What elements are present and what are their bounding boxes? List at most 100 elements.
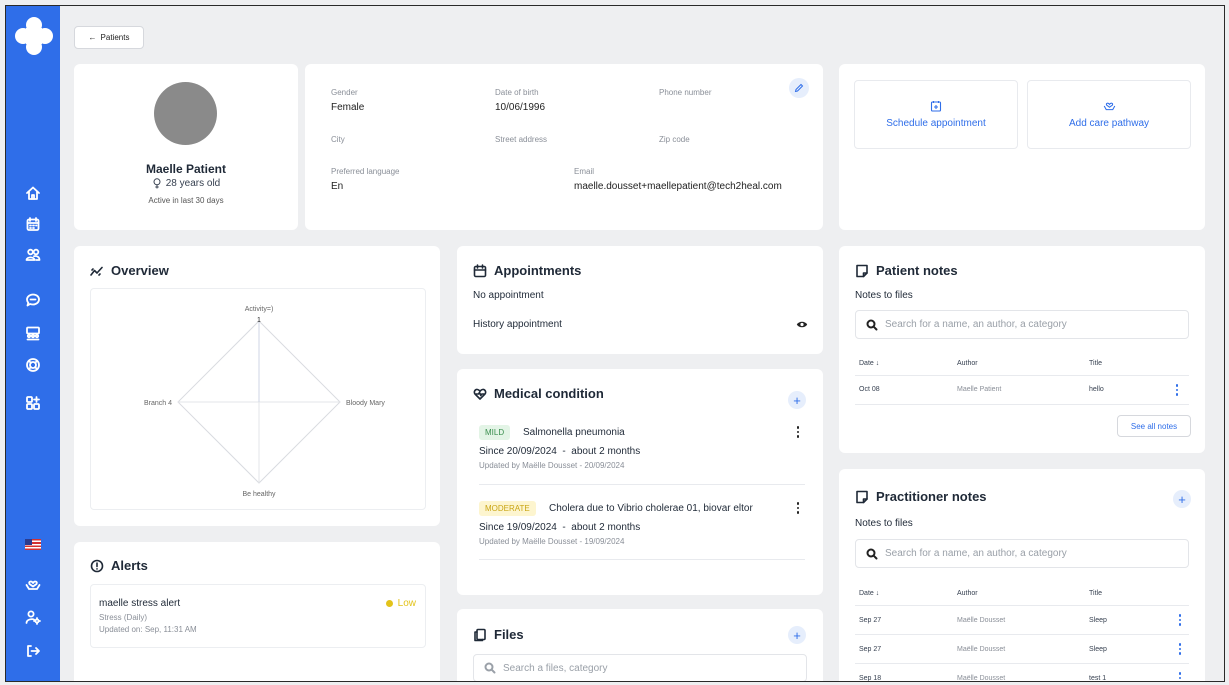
radar-tick-label: 1 [257,317,261,324]
quick-actions-card: Schedule appointment Add care pathway [839,64,1205,230]
divider [479,559,805,560]
note-icon [856,264,868,277]
patient-notes-card: Patient notes Notes to files Search for … [839,246,1205,453]
condition-menu-icon[interactable] [796,426,800,438]
activity-status: Active in last 30 days [148,196,224,205]
radar-category-label: Be healthy [242,491,276,498]
alert-level: Low [385,598,416,609]
overview-card: Overview Activity=) Bloody Mary Be healthy… [74,246,440,526]
eye-icon[interactable] [796,320,808,329]
appointments-card: Appointments No appointment History appo… [457,246,823,354]
practitioner-notes-title: Practitioner notes [855,489,987,504]
files-card: Files + Search a files, category [457,609,823,681]
add-care-pathway-button[interactable]: Add care pathway [1027,80,1191,149]
condition-name: Cholera due to Vibrio cholerae 01, biova… [549,503,753,514]
condition-updated: Updated by Maëlle Dousset - 20/09/2024 [479,461,625,470]
arrow-left-icon: ← [88,33,97,42]
pencil-icon [794,83,804,93]
search-icon [866,548,878,559]
language-label: Preferred language [331,167,400,176]
dob-value: 10/06/1996 [495,102,546,113]
female-icon [153,178,161,189]
search-icon [866,319,878,330]
history-appointment-link[interactable]: History appointment [473,319,562,330]
heart-pulse-icon [473,388,487,400]
calendar-plus-icon [930,101,942,112]
medical-condition-card: Medical condition + MILD Salmonella pneu… [457,369,823,595]
apps-icon[interactable] [22,392,44,414]
logout-icon[interactable] [22,640,44,662]
radar-category-label: Branch 4 [144,400,172,407]
add-file-button[interactable]: + [788,626,806,644]
notes-subtitle: Notes to files [855,518,913,529]
user-settings-icon[interactable] [22,606,44,628]
patient-details-card: Gender Female Date of birth 10/06/1996 P… [305,64,823,230]
overview-chart-frame: Activity=) Bloody Mary Be healthy Branch 4 1 [90,288,426,510]
alert-item[interactable]: maelle stress alert Stress (Daily) Updat… [90,584,426,648]
row-menu-icon[interactable] [1175,384,1179,396]
medical-condition-title: Medical condition [473,386,604,401]
users-icon[interactable] [22,244,44,266]
severity-badge: MODERATE [479,501,536,516]
files-search-input[interactable]: Search a files, category [473,654,807,681]
email-label: Email [574,167,595,176]
calendar-icon[interactable] [22,213,44,235]
dob-label: Date of birth [495,88,539,97]
files-icon [474,628,486,641]
add-medical-condition-button[interactable]: + [788,391,806,409]
add-practitioner-note-button[interactable]: + [1173,490,1191,508]
back-to-patients-button[interactable]: ← Patients [74,26,144,49]
condition-menu-icon[interactable] [796,502,800,514]
overview-title: Overview [90,263,169,278]
row-menu-icon[interactable] [1178,643,1182,655]
schedule-appointment-button[interactable]: Schedule appointment [854,80,1018,149]
patient-notes-title: Patient notes [855,263,958,278]
column-date[interactable]: Date ↓ [859,590,879,597]
phone-label: Phone number [659,88,712,97]
condition-name: Salmonella pneumonia [523,427,625,438]
severity-badge: MILD [479,425,511,440]
row-menu-icon[interactable] [1178,614,1182,626]
language-value: En [331,181,344,192]
practitioner-notes-card: Practitioner notes + Notes to files Sear… [839,469,1205,681]
level-dot-icon [385,600,393,607]
condition-updated: Updated by Maëlle Dousset - 19/09/2024 [479,537,625,546]
gender-label: Gender [331,88,358,97]
home-icon[interactable] [22,182,44,204]
condition-since: Since 19/09/2024 - about 2 months [479,522,641,533]
practitioner-notes-search-input[interactable]: Search for a name, an author, a category [855,539,1189,568]
column-author: Author [957,590,978,597]
chat-icon[interactable] [22,289,44,311]
sidebar [6,6,60,681]
no-appointment-text: No appointment [473,290,544,301]
patient-notes-search-input[interactable]: Search for a name, an author, a category [855,310,1189,339]
profile-card: Maelle Patient 28 years old Active in la… [74,64,298,230]
edit-details-button[interactable] [789,78,809,98]
city-label: City [331,135,345,144]
divider [479,484,805,485]
column-title: Title [1089,590,1102,597]
patient-age: 28 years old [74,178,298,189]
alerts-card: Alerts maelle stress alert Stress (Daily… [74,542,440,681]
email-value: maelle.dousset+maellepatient@tech2heal.c… [574,181,782,192]
gender-value: Female [331,102,365,113]
alerts-title: Alerts [90,558,148,573]
avatar [154,82,217,145]
app-frame: ← Patients Maelle Patient 28 years old A… [5,5,1225,682]
column-date[interactable]: Date ↓ [859,360,879,367]
files-title: Files [473,627,524,642]
team-icon[interactable] [22,322,44,344]
app-logo-icon[interactable] [14,16,54,56]
calendar-icon [473,263,487,277]
street-label: Street address [495,135,548,144]
row-menu-icon[interactable] [1178,672,1182,681]
flag-us-icon[interactable] [25,539,41,550]
trend-icon [90,266,103,276]
appointments-title: Appointments [473,263,581,278]
see-all-notes-button[interactable]: See all notes [1117,415,1191,437]
care-hands-icon [1103,102,1115,111]
column-author: Author [957,360,978,367]
notes-subtitle: Notes to files [855,290,913,301]
lifebuoy-icon[interactable] [22,354,44,376]
care-hands-icon[interactable] [22,573,44,595]
